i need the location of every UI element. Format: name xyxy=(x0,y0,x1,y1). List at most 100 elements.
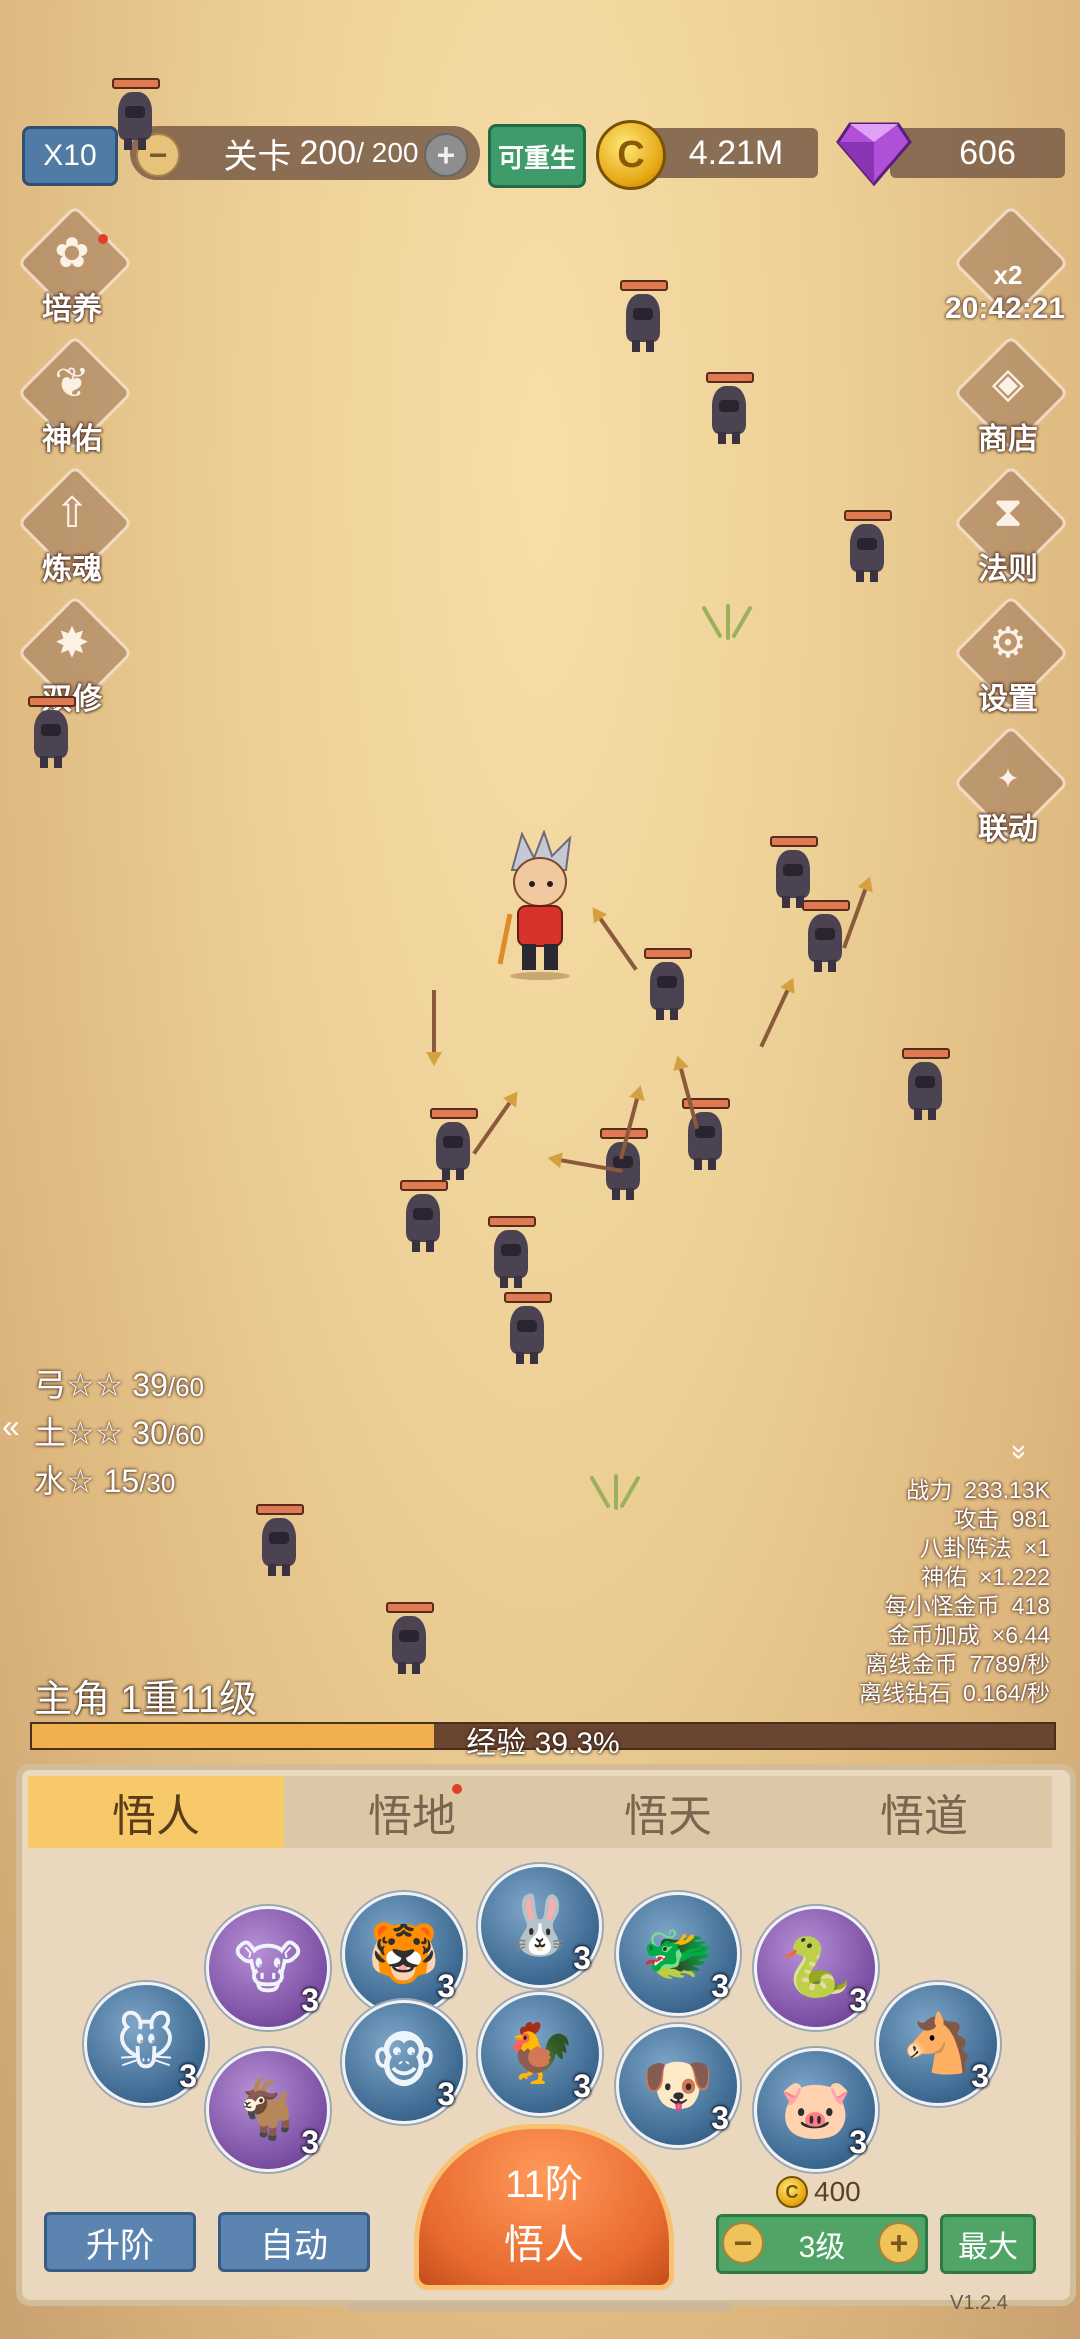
zodiac-rooster-icon[interactable]: 🐓 3 xyxy=(478,1992,602,2116)
zodiac-snake-icon[interactable]: 🐍 3 xyxy=(754,1906,878,2030)
zodiac-goat-icon[interactable]: 🐐 3 xyxy=(206,2048,330,2172)
arrow-projectile xyxy=(432,990,436,1060)
soul-refine-label: 炼魂 xyxy=(42,553,102,586)
auto-button[interactable]: 自动 xyxy=(218,2212,370,2272)
enemy-minion xyxy=(706,372,754,446)
zodiac-level: 3 xyxy=(179,2058,197,2094)
enemy-minion xyxy=(400,1180,448,1254)
blessing-button[interactable]: ❦ 神佑 xyxy=(17,335,133,466)
shop-button[interactable]: ◈ 商店 xyxy=(953,335,1069,466)
level-value: 3级 xyxy=(798,2231,846,2264)
stage-max: / 200 xyxy=(356,137,419,168)
notification-dot xyxy=(98,234,108,244)
hourglass-icon: ⧗ xyxy=(993,488,1023,535)
stat-row: 每小怪金币 418 xyxy=(884,1593,1050,1619)
element-stat-row: 水☆ 15/30 xyxy=(34,1463,176,1499)
enemy-minion xyxy=(682,1098,730,1172)
tab-wudao[interactable]: 悟道 xyxy=(796,1776,1052,1848)
blessing-label: 神佑 xyxy=(42,423,102,456)
enemy-minion xyxy=(28,696,76,770)
zodiac-level: 3 xyxy=(437,2076,455,2112)
zodiac-level: 3 xyxy=(711,1968,729,2004)
upgrade-cost: C 400 xyxy=(776,2176,861,2208)
collapse-stats-icon[interactable]: » xyxy=(1004,1444,1036,1460)
home-indicator[interactable] xyxy=(348,2302,732,2312)
up-arrow-icon: ⇧ xyxy=(54,489,90,536)
zodiac-level: 3 xyxy=(573,2068,591,2104)
zodiac-pig-icon[interactable]: 🐷 3 xyxy=(754,2048,878,2172)
max-button[interactable]: 最大 xyxy=(940,2214,1036,2274)
zodiac-tiger-icon[interactable]: 🐯 3 xyxy=(342,1892,466,2016)
zodiac-level: 3 xyxy=(573,1940,591,1976)
collab-label: 联动 xyxy=(978,813,1038,846)
level-minus-button[interactable]: − xyxy=(722,2222,764,2264)
grass-tuft xyxy=(588,1470,648,1510)
enemy-minion xyxy=(902,1048,950,1122)
law-button[interactable]: ⧗ 法则 xyxy=(953,465,1069,596)
enemy-minion xyxy=(488,1216,536,1290)
rank-name: 悟人 xyxy=(504,2223,584,2267)
monkey-icon: 🐵 xyxy=(370,2030,438,2095)
zodiac-dog-icon[interactable]: 🐶 3 xyxy=(616,2024,740,2148)
stat-row: 离线金币 7789/秒 xyxy=(865,1651,1050,1677)
stat-row: 攻击 981 xyxy=(953,1506,1050,1532)
enemy-minion xyxy=(256,1504,304,1578)
soul-refine-button[interactable]: ⇧ 炼魂 xyxy=(17,465,133,596)
boost-label: x2 xyxy=(993,260,1023,290)
zodiac-rabbit-icon[interactable]: 🐰 3 xyxy=(478,1864,602,1988)
grass-tuft xyxy=(700,600,760,640)
zodiac-level: 3 xyxy=(711,2100,729,2136)
hero-character xyxy=(497,830,572,980)
settings-button[interactable]: ⚙ 设置 xyxy=(953,595,1069,726)
gear-icon: ⚙ xyxy=(989,619,1027,666)
expand-left-icon[interactable]: « xyxy=(2,1408,20,1445)
flame-icon: ✸ xyxy=(54,619,90,666)
coin-icon: C xyxy=(596,120,666,190)
arrow-projectile xyxy=(472,1095,516,1155)
collab-button[interactable]: ✦ 联动 xyxy=(953,725,1069,856)
goat-icon: 🐐 xyxy=(231,2077,305,2142)
zodiac-horse-icon[interactable]: 🐴 3 xyxy=(876,1982,1000,2106)
stats-panel: 战力 233.13K 攻击 981 八卦阵法 ×1 神佑 ×1.222 每小怪金币 418… xyxy=(847,1476,1050,1708)
tiger-icon: 🐯 xyxy=(367,1921,441,1986)
enemy-minion xyxy=(644,948,692,1022)
enemy-minion xyxy=(802,900,850,974)
stage-plus-button[interactable]: + xyxy=(424,133,468,177)
tab-wuren[interactable]: 悟人 xyxy=(28,1776,284,1848)
exp-text: 经验 39.3% xyxy=(466,1727,620,1760)
zodiac-level: 3 xyxy=(849,1982,867,2018)
exp-bar: 经验 39.3% xyxy=(30,1722,1056,1760)
stage-current: 200 xyxy=(299,133,357,172)
rank-label: 11阶 xyxy=(505,2164,583,2206)
stat-row: 金币加成 ×6.44 xyxy=(887,1622,1050,1648)
arrow-projectile xyxy=(759,982,793,1048)
upgrade-rank-button[interactable]: 升阶 xyxy=(44,2212,196,2272)
tab-wutian[interactable]: 悟天 xyxy=(540,1776,796,1848)
enemy-minion xyxy=(620,280,668,354)
level-plus-button[interactable]: + xyxy=(878,2222,920,2264)
zodiac-level: 3 xyxy=(849,2124,867,2160)
zodiac-monkey-icon[interactable]: 🐵 3 xyxy=(342,2000,466,2124)
hero-level: 主角 1重11级 xyxy=(34,1679,258,1721)
speed-x10-button[interactable]: X10 xyxy=(22,126,118,186)
gem-counter: 606 xyxy=(890,128,1065,178)
stat-row: 神佑 ×1.222 xyxy=(921,1564,1050,1590)
cultivate-button[interactable]: ✿ 培养 xyxy=(17,205,133,336)
element-stat-row: 弓☆☆ 39/60 xyxy=(34,1367,205,1403)
settings-label: 设置 xyxy=(978,683,1038,716)
enemy-minion xyxy=(430,1108,478,1182)
skill-tabs: 悟人 悟地 悟天 悟道 xyxy=(28,1776,1052,1848)
rebirth-button[interactable]: 可重生 xyxy=(488,124,586,188)
gem-amount: 606 xyxy=(959,133,1016,172)
element-stat-row: 土☆☆ 30/60 xyxy=(34,1415,205,1451)
law-label: 法则 xyxy=(978,553,1038,586)
zodiac-ox-icon[interactable]: 🐮 3 xyxy=(206,1906,330,2030)
zodiac-dragon-icon[interactable]: 🐲 3 xyxy=(616,1892,740,2016)
stat-row: 战力 233.13K xyxy=(906,1477,1050,1503)
coin-icon: C xyxy=(776,2176,808,2208)
tab-wudi[interactable]: 悟地 xyxy=(284,1776,540,1848)
snake-icon: 🐍 xyxy=(779,1935,853,2000)
dog-icon: 🐶 xyxy=(641,2053,715,2118)
zodiac-level: 3 xyxy=(437,1968,455,2004)
zodiac-rat-icon[interactable]: 🐭 3 xyxy=(84,1982,208,2106)
